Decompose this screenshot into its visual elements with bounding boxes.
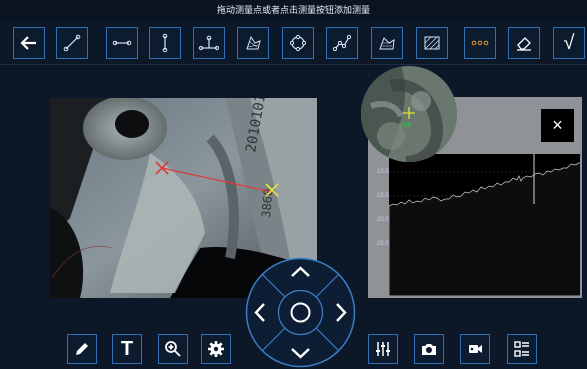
point-to-line-button[interactable]: [106, 27, 138, 59]
measurement-screen: 拖动测量点或者点击测量按钮添加测量 √ 2010101 3860 -10.0 -…: [0, 0, 587, 369]
zoom-button[interactable]: [158, 334, 188, 364]
polyline-button[interactable]: [326, 27, 358, 59]
hatch-area-button[interactable]: [416, 27, 448, 59]
list-icon: [514, 341, 529, 357]
area-button[interactable]: [237, 27, 269, 59]
eraser-icon: [517, 37, 531, 51]
y-tick-label: -10.0: [375, 169, 389, 175]
point-to-point-button[interactable]: [56, 27, 88, 59]
svg-text:3860: 3860: [259, 188, 275, 218]
pencil-icon: [76, 343, 88, 355]
magnified-image: [361, 66, 457, 162]
back-button[interactable]: [13, 27, 45, 59]
toolbar-divider: [0, 64, 587, 65]
confirm-button[interactable]: √: [553, 27, 585, 59]
sliders-icon: [376, 342, 390, 356]
confirm-icon: √: [563, 31, 575, 54]
eraser-button[interactable]: [508, 27, 540, 59]
magnifier-loupe: 9.98: [361, 66, 457, 162]
hatch-area-icon: [424, 36, 440, 50]
back-arrow-icon: [20, 36, 36, 50]
multi-point-button[interactable]: [193, 27, 225, 59]
gear-icon: [208, 341, 224, 357]
profile-graph: [388, 154, 587, 297]
settings-button[interactable]: [201, 334, 231, 364]
depth-button[interactable]: [149, 27, 181, 59]
profile-icon: [379, 37, 395, 50]
y-tick-label: -25.0: [375, 241, 389, 247]
close-graph-button[interactable]: ×: [541, 109, 574, 142]
circle-area-icon: [289, 34, 307, 52]
annotate-pencil-button[interactable]: [67, 334, 97, 364]
direction-joystick[interactable]: [245, 257, 356, 368]
text-icon: T: [120, 337, 134, 360]
more-icon: [471, 40, 489, 46]
point-to-line-icon: [112, 40, 132, 46]
area-icon: [246, 35, 261, 50]
more-button[interactable]: [464, 27, 496, 59]
profile-plot: [388, 154, 587, 297]
close-icon: ×: [552, 115, 563, 135]
loupe-readout: 9.98: [399, 123, 411, 129]
joystick-pad: [245, 257, 356, 368]
y-tick-label: -20.0: [375, 217, 389, 223]
status-hint: 拖动测量点或者点击测量按钮添加测量: [216, 5, 370, 15]
circle-area-button[interactable]: [282, 27, 314, 59]
gallery-list-button[interactable]: [507, 334, 537, 364]
point-to-point-line-icon: [63, 34, 81, 52]
adjustments-button[interactable]: [368, 334, 398, 364]
depth-icon: [162, 33, 168, 53]
zoom-in-icon: [165, 341, 181, 357]
capture-photo-button[interactable]: [414, 334, 444, 364]
status-bar: 拖动测量点或者点击测量按钮添加测量: [0, 0, 587, 20]
profile-button[interactable]: [371, 27, 403, 59]
polyline-icon: [332, 34, 352, 52]
y-tick-label: -15.0: [375, 193, 389, 199]
multi-point-icon: [198, 35, 220, 51]
record-video-button[interactable]: [460, 334, 490, 364]
video-camera-icon: [469, 345, 482, 353]
camera-icon: [422, 344, 436, 355]
text-tool-button[interactable]: T: [112, 334, 142, 364]
